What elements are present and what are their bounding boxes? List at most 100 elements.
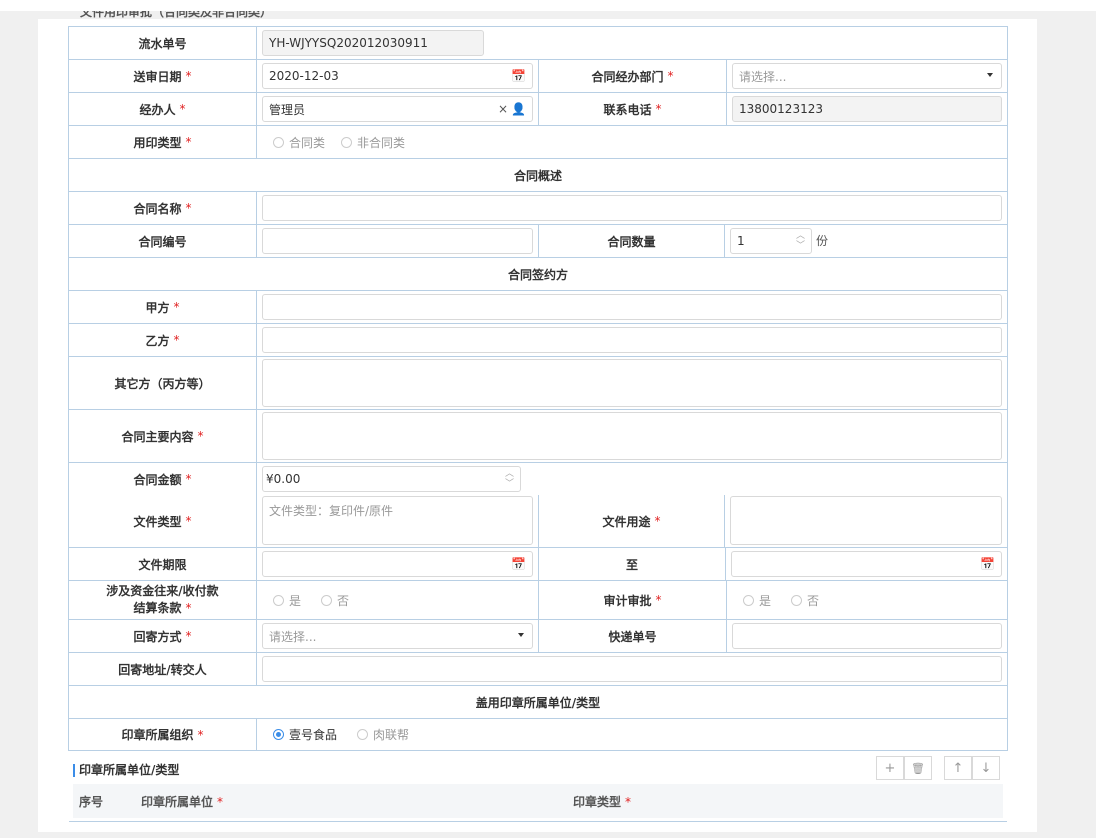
other-party-label: 其它方（丙方等） bbox=[114, 376, 211, 391]
return-method-label: 回寄方式 * bbox=[133, 629, 192, 644]
serial-field[interactable]: YH-WJYYSQ202012030911 bbox=[262, 30, 484, 56]
doc-period-start-cell: 📅 bbox=[256, 548, 538, 580]
row-return-express: 回寄方式 * 请选择... 快递单号 bbox=[69, 619, 1007, 652]
contract-name-input[interactable] bbox=[262, 195, 1002, 221]
row-funds-audit: 涉及资金往来/收付款 结算条款 * 是 否 审计审批 * 是 否 bbox=[69, 580, 1007, 619]
row-other-party: 其它方（丙方等） bbox=[69, 356, 1007, 409]
return-addr-input[interactable] bbox=[262, 656, 1002, 682]
audit-label: 审计审批 * bbox=[538, 581, 726, 619]
seal-org-label: 印章所属组织 * bbox=[121, 727, 204, 743]
radio-audit-yes[interactable]: 是 bbox=[743, 592, 771, 609]
row-date-dept: 送审日期 * 2020-12-03 📅 合同经办部门 * 请选择... bbox=[69, 59, 1007, 92]
radio-funds-yes[interactable]: 是 bbox=[273, 592, 301, 609]
seal-type-label: 用印类型 * bbox=[133, 135, 192, 150]
handler-input[interactable]: 管理员 × 👤 bbox=[262, 96, 533, 122]
funds-cell: 是 否 bbox=[256, 581, 538, 619]
section-parties-heading: 合同签约方 bbox=[507, 267, 568, 282]
user-icon[interactable]: 👤 bbox=[511, 102, 526, 116]
contract-no-label: 合同编号 bbox=[138, 234, 187, 249]
doc-period-start-input[interactable]: 📅 bbox=[262, 551, 533, 577]
contract-no-input[interactable] bbox=[262, 228, 533, 254]
dept-select[interactable]: 请选择... bbox=[732, 63, 1002, 89]
top-strip bbox=[0, 0, 1096, 11]
funds-label: 涉及资金往来/收付款 结算条款 * bbox=[106, 584, 219, 615]
clipped-title: 文件用印审批（合同类及非合同类） bbox=[80, 11, 273, 19]
handler-cell: 管理员 × 👤 bbox=[256, 93, 538, 125]
main-content-textarea[interactable] bbox=[262, 412, 1002, 460]
express-no-cell bbox=[726, 620, 1007, 652]
send-date-input[interactable]: 2020-12-03 📅 bbox=[262, 63, 533, 89]
doc-type-textarea[interactable]: 文件类型：复印件/原件 bbox=[262, 496, 533, 545]
subtable-header: 序号 印章所属单位 * 印章类型 * bbox=[73, 784, 1003, 818]
to-label: 至 bbox=[538, 548, 725, 580]
radio-contract[interactable]: 合同类 bbox=[273, 134, 325, 151]
stepper-arrows[interactable]: ︿ ﹀ bbox=[505, 469, 514, 489]
arrow-down-icon: ↓ bbox=[980, 760, 992, 776]
send-date-label: 送审日期 * bbox=[133, 69, 192, 84]
radio-seal-org-yihao[interactable]: 壹号食品 bbox=[273, 726, 337, 743]
phone-cell: 13800123123 bbox=[726, 93, 1007, 125]
radio-audit-no[interactable]: 否 bbox=[791, 592, 819, 609]
contract-qty-label: 合同数量 bbox=[538, 225, 724, 257]
col-seal-unit: 印章所属单位 * bbox=[141, 794, 224, 809]
row-return-addr: 回寄地址/转交人 bbox=[69, 652, 1007, 685]
add-row-button[interactable]: + bbox=[876, 756, 904, 780]
contract-qty-stepper[interactable]: 1 ︿ ﹀ bbox=[730, 228, 812, 254]
contract-name-label: 合同名称 * bbox=[133, 201, 192, 216]
doc-use-textarea[interactable] bbox=[730, 496, 1002, 545]
send-date-cell: 2020-12-03 📅 bbox=[256, 60, 538, 92]
express-no-input[interactable] bbox=[732, 623, 1002, 649]
party-b-cell bbox=[256, 324, 1007, 356]
seal-type-cell: 合同类 非合同类 bbox=[256, 126, 1007, 158]
other-party-textarea[interactable] bbox=[262, 359, 1002, 407]
trash-icon: 🗑 bbox=[911, 761, 925, 775]
plus-icon: + bbox=[884, 760, 896, 776]
return-method-select[interactable]: 请选择... bbox=[262, 623, 533, 649]
move-up-button[interactable]: ↑ bbox=[944, 756, 972, 780]
move-down-button[interactable]: ↓ bbox=[972, 756, 1000, 780]
subtable-bottom-border bbox=[69, 821, 1007, 822]
chevron-down-icon bbox=[518, 633, 524, 637]
doc-type-label: 文件类型 * bbox=[133, 514, 192, 529]
row-contract-name: 合同名称 * bbox=[69, 191, 1007, 224]
row-section-parties: 合同签约方 bbox=[69, 257, 1007, 290]
stepper-arrows[interactable]: ︿ ﹀ bbox=[796, 231, 805, 251]
row-seal-type: 用印类型 * 合同类 非合同类 bbox=[69, 125, 1007, 158]
row-doc-type-use: 文件类型 * 文件类型：复印件/原件 文件用途 * bbox=[69, 495, 1007, 547]
doc-period-end-input[interactable]: 📅 bbox=[731, 551, 1002, 577]
calendar-icon[interactable]: 📅 bbox=[511, 557, 526, 571]
radio-non-contract[interactable]: 非合同类 bbox=[341, 134, 405, 151]
calendar-icon[interactable]: 📅 bbox=[980, 557, 995, 571]
row-party-b: 乙方 * bbox=[69, 323, 1007, 356]
party-a-cell bbox=[256, 291, 1007, 323]
clear-icon[interactable]: × bbox=[498, 102, 508, 116]
party-a-input[interactable] bbox=[262, 294, 1002, 320]
amount-stepper[interactable]: ¥0.00 ︿ ﹀ bbox=[262, 466, 521, 492]
contract-name-cell bbox=[256, 192, 1007, 224]
chevron-down-icon bbox=[987, 73, 993, 77]
row-contract-no-qty: 合同编号 合同数量 1 ︿ ﹀ 份 bbox=[69, 224, 1007, 257]
party-b-label: 乙方 * bbox=[145, 333, 180, 348]
dept-label: 合同经办部门 * bbox=[538, 60, 726, 92]
section-seal-unit-heading: 盖用印章所属单位/类型 bbox=[475, 695, 601, 710]
amount-cell: ¥0.00 ︿ ﹀ bbox=[256, 463, 1007, 495]
party-b-input[interactable] bbox=[262, 327, 1002, 353]
serial-label: 流水单号 bbox=[138, 36, 187, 51]
calendar-icon[interactable]: 📅 bbox=[511, 69, 526, 83]
seal-org-cell: 壹号食品 肉联帮 bbox=[256, 719, 1007, 750]
amount-label: 合同金额 * bbox=[133, 472, 192, 487]
subtable-title: 印章所属单位/类型 bbox=[73, 764, 179, 777]
other-party-cell bbox=[256, 357, 1007, 409]
radio-seal-org-roulianbang[interactable]: 肉联帮 bbox=[357, 726, 409, 743]
row-amount: 合同金额 * ¥0.00 ︿ ﹀ bbox=[69, 462, 1007, 495]
dept-cell: 请选择... bbox=[726, 60, 1007, 92]
row-section-overview: 合同概述 bbox=[69, 158, 1007, 191]
delete-row-button[interactable]: 🗑 bbox=[904, 756, 932, 780]
row-seal-org: 印章所属组织 * 壹号食品 肉联帮 bbox=[69, 718, 1007, 751]
party-a-label: 甲方 * bbox=[145, 300, 180, 315]
doc-use-label: 文件用途 * bbox=[538, 495, 724, 547]
row-handler-phone: 经办人 * 管理员 × 👤 联系电话 * 13800123123 bbox=[69, 92, 1007, 125]
radio-funds-no[interactable]: 否 bbox=[321, 592, 349, 609]
handler-label: 经办人 * bbox=[139, 102, 186, 117]
phone-field[interactable]: 13800123123 bbox=[732, 96, 1002, 122]
